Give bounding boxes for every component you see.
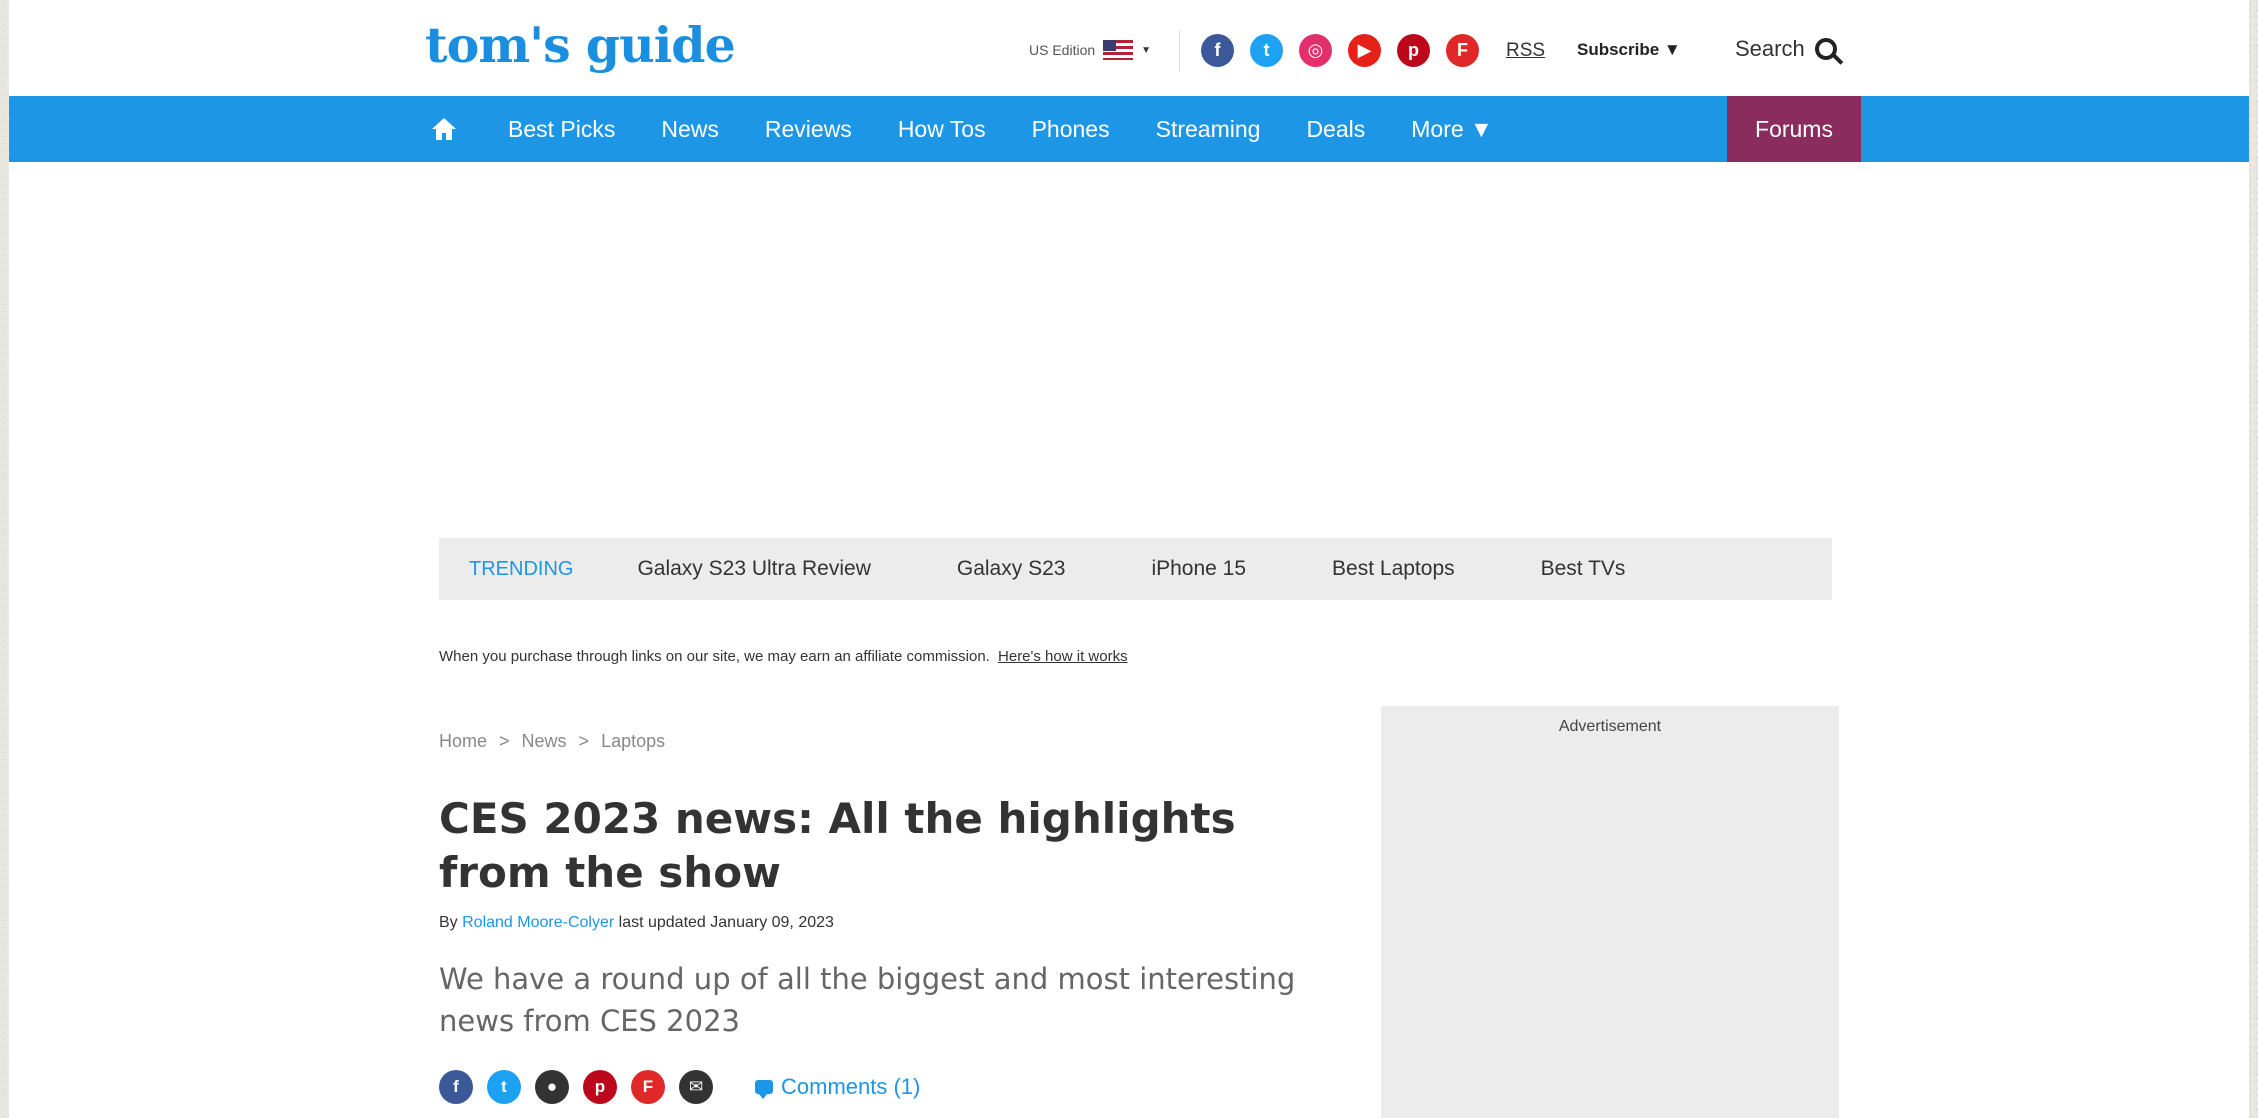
social-links: f t ◎ ▶ p F xyxy=(1201,34,1479,67)
rss-link[interactable]: RSS xyxy=(1506,40,1545,62)
article-subtitle: We have a round up of all the biggest an… xyxy=(439,962,1296,1038)
nav-best-picks[interactable]: Best Picks xyxy=(508,116,615,143)
edition-label: US Edition xyxy=(1029,42,1096,58)
pinterest-share-icon[interactable]: p xyxy=(583,1070,617,1104)
email-share-icon[interactable]: ✉ xyxy=(679,1070,713,1104)
comments-link[interactable]: Comments (1) xyxy=(755,1074,920,1100)
search-label: Search xyxy=(1735,36,1805,61)
article-title: CES 2023 news: All the highlights from t… xyxy=(439,794,1236,897)
instagram-icon[interactable]: ◎ xyxy=(1299,34,1332,67)
trending-item[interactable]: Galaxy S23 Ultra Review xyxy=(637,557,870,581)
reddit-share-icon[interactable]: ● xyxy=(535,1070,569,1104)
advertisement-label: Advertisement xyxy=(1558,718,1662,735)
youtube-icon[interactable]: ▶ xyxy=(1348,34,1381,67)
share-bar: f t ● p F ✉ Comments (1) xyxy=(439,1070,920,1104)
flipboard-share-icon[interactable]: F xyxy=(631,1070,665,1104)
us-flag-icon xyxy=(1103,40,1134,60)
affiliate-text: When you purchase through links on our s… xyxy=(439,648,990,665)
breadcrumb-news[interactable]: News xyxy=(522,731,567,752)
trending-item[interactable]: Best TVs xyxy=(1541,557,1626,581)
advertisement-box: Advertisement xyxy=(1381,706,1839,1118)
nav-how-tos[interactable]: How Tos xyxy=(898,116,986,143)
breadcrumb-separator: > xyxy=(578,731,590,751)
twitter-icon[interactable]: t xyxy=(1250,34,1283,67)
page: tom's guide US Edition ▼ f t ◎ ▶ p F RSS… xyxy=(9,0,2249,1118)
pinterest-icon[interactable]: p xyxy=(1397,34,1430,67)
trending-item[interactable]: iPhone 15 xyxy=(1151,557,1246,581)
facebook-share-icon[interactable]: f xyxy=(439,1070,473,1104)
top-header: tom's guide US Edition ▼ f t ◎ ▶ p F RSS… xyxy=(9,0,2249,96)
breadcrumb: Home > News > Laptops xyxy=(439,731,665,752)
breadcrumb-laptops[interactable]: Laptops xyxy=(601,731,665,752)
home-icon[interactable] xyxy=(425,96,463,162)
affiliate-link[interactable]: Here's how it works xyxy=(998,648,1128,665)
nav-streaming[interactable]: Streaming xyxy=(1156,116,1261,143)
header-divider xyxy=(1179,30,1180,72)
comment-bubble-icon xyxy=(755,1080,773,1099)
flipboard-icon[interactable]: F xyxy=(1446,34,1479,67)
breadcrumb-home[interactable]: Home xyxy=(439,731,487,752)
author-link[interactable]: Roland Moore-Colyer xyxy=(462,914,614,931)
comments-count: Comments (1) xyxy=(781,1074,921,1099)
nav-more[interactable]: More ▼ xyxy=(1411,116,1493,143)
facebook-icon[interactable]: f xyxy=(1201,34,1234,67)
nav-items: Best Picks News Reviews How Tos Phones S… xyxy=(425,96,1539,162)
subscribe-button[interactable]: Subscribe ▼ xyxy=(1577,40,1681,60)
trending-item[interactable]: Best Laptops xyxy=(1332,557,1455,581)
nav-news[interactable]: News xyxy=(661,116,719,143)
nav-deals[interactable]: Deals xyxy=(1306,116,1365,143)
search-icon xyxy=(1814,38,1837,60)
updated-date: last updated January 09, 2023 xyxy=(618,914,834,931)
site-logo[interactable]: tom's guide xyxy=(425,16,736,74)
trending-label: TRENDING xyxy=(469,557,574,580)
trending-bar: TRENDING Galaxy S23 Ultra Review Galaxy … xyxy=(439,538,1832,600)
nav-phones[interactable]: Phones xyxy=(1032,116,1110,143)
twitter-share-icon[interactable]: t xyxy=(487,1070,521,1104)
edition-selector[interactable]: US Edition ▼ xyxy=(1029,40,1151,60)
forums-button[interactable]: Forums xyxy=(1727,96,1861,162)
byline-by: By xyxy=(439,914,458,931)
main-nav: Best Picks News Reviews How Tos Phones S… xyxy=(9,96,2249,162)
nav-reviews[interactable]: Reviews xyxy=(765,116,852,143)
breadcrumb-separator: > xyxy=(499,731,510,751)
caret-down-icon: ▼ xyxy=(1141,44,1152,56)
affiliate-disclosure: When you purchase through links on our s… xyxy=(439,648,1128,665)
search-button[interactable]: Search xyxy=(1735,36,1837,62)
byline: By Roland Moore-Colyer last updated Janu… xyxy=(439,914,834,932)
trending-item[interactable]: Galaxy S23 xyxy=(957,557,1066,581)
